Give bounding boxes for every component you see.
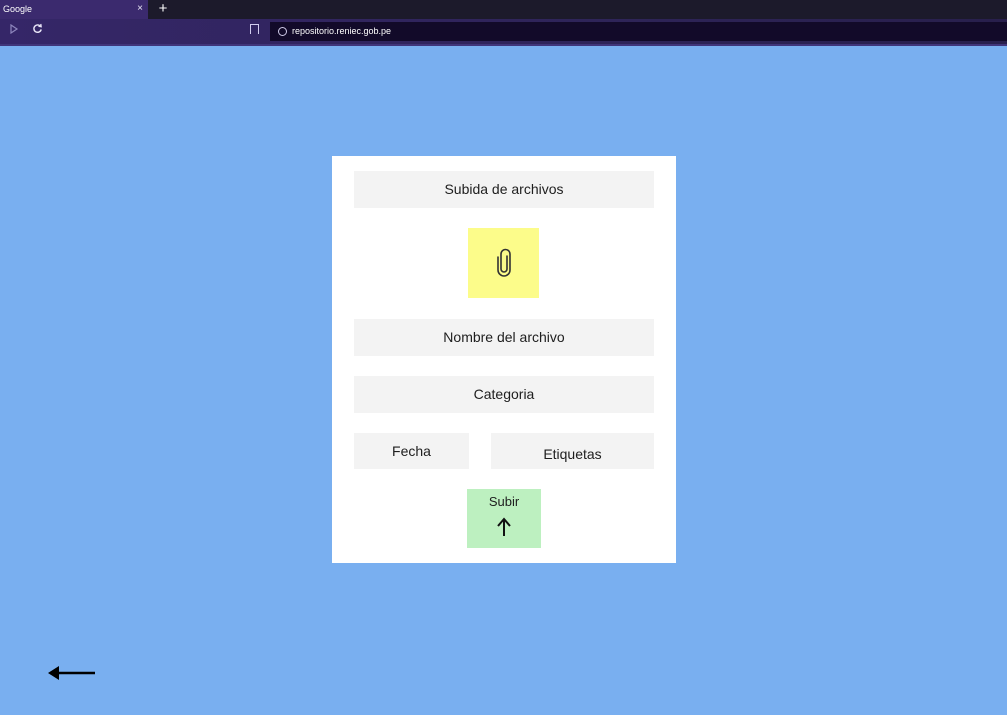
url-text: repositorio.reniec.gob.pe [292,26,392,36]
toolbar-divider [0,44,1007,46]
globe-icon [278,27,287,36]
upload-title: Subida de archivos [354,171,654,208]
forward-icon[interactable] [6,23,22,39]
category-field[interactable]: Categoria [354,376,654,413]
paperclip-icon [496,248,511,277]
tags-field[interactable]: Etiquetas [491,433,654,469]
address-bar[interactable]: repositorio.reniec.gob.pe [270,22,1007,41]
tab-close-icon[interactable]: × [137,0,143,17]
play-arrow-icon [10,23,19,35]
upload-card: Subida de archivos Nombre del archivo Ca… [332,156,676,563]
tab-bar: Google × + [0,0,1007,19]
arrow-left-icon [48,666,95,680]
tab-title: Google [3,4,33,14]
back-button[interactable] [46,664,96,687]
new-tab-button[interactable]: + [155,0,171,19]
date-field[interactable]: Fecha [354,433,469,469]
reload-glyph-icon [32,23,42,33]
reload-icon[interactable] [29,23,45,39]
arrow-up-icon [497,517,511,536]
attach-file-button[interactable] [468,228,539,298]
upload-button[interactable]: Subir [467,489,541,548]
upload-button-label: Subir [488,494,520,509]
filename-field[interactable]: Nombre del archivo [354,319,654,356]
browser-toolbar: repositorio.reniec.gob.pe [0,19,1007,45]
browser-tab[interactable]: Google × [0,0,148,19]
bookmark-icon[interactable] [250,24,259,34]
